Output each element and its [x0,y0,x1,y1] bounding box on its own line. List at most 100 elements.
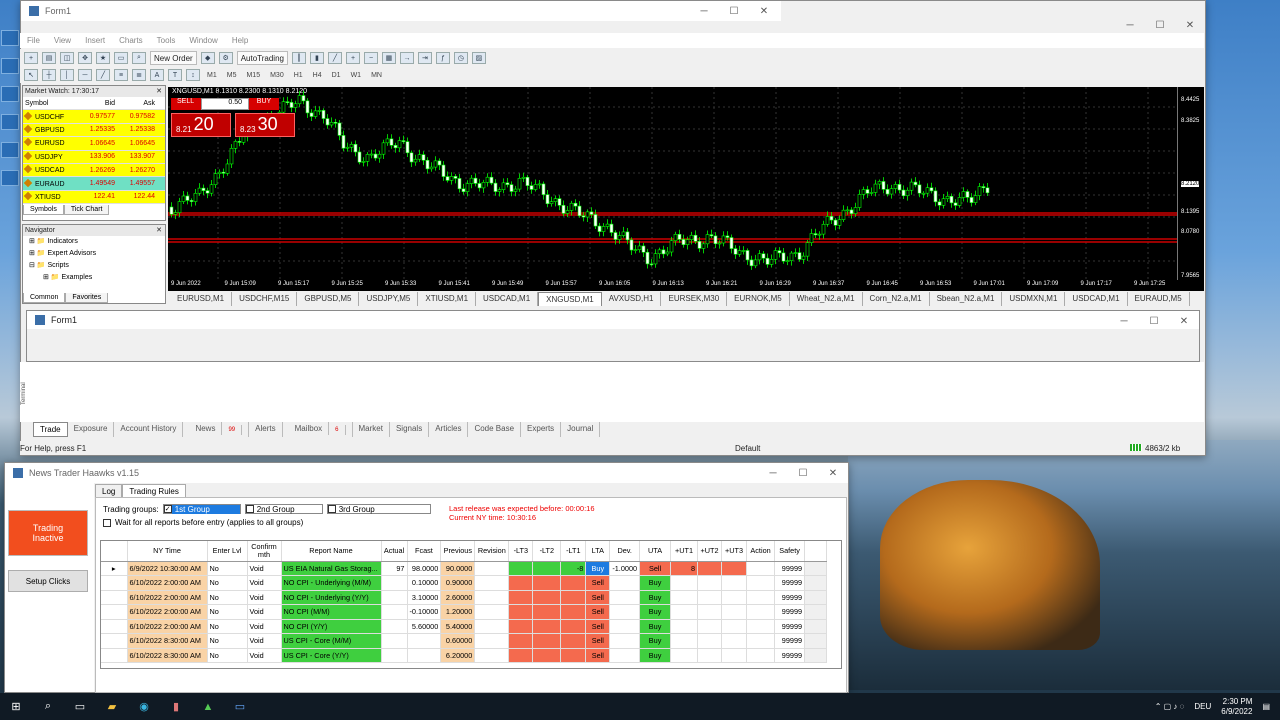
minimize-icon[interactable]: ─ [1109,311,1139,331]
column-header[interactable]: UTA [639,541,672,562]
chart-tab[interactable]: XTIUSD,M1 [418,292,477,306]
table-cell[interactable] [532,619,562,634]
templates-icon[interactable]: ▨ [471,52,486,64]
column-header[interactable]: Enter Lvl [207,541,248,562]
timeframe-h4[interactable]: H4 [310,72,325,79]
table-cell[interactable] [474,590,510,605]
table-cell[interactable] [532,561,562,576]
table-cell[interactable]: 98.0000 [407,561,442,576]
table-cell[interactable]: Sell [585,590,611,605]
table-cell[interactable] [407,648,442,663]
table-cell[interactable]: -0.10000 [407,604,442,620]
table-cell[interactable]: 99999 [774,633,806,649]
table-cell[interactable]: 6/9/2022 10:30:00 AM [127,561,208,576]
options-icon[interactable]: ⚙ [218,52,233,64]
table-cell[interactable]: Sell [585,648,611,663]
table-cell[interactable] [746,619,776,634]
market-watch-row[interactable]: XTIUSD 122.41 122.44 [23,190,165,205]
chart-tab[interactable]: AVXUSD,H1 [602,292,662,306]
table-cell[interactable]: 6/10/2022 8:30:00 AM [127,633,208,649]
chart-tab[interactable]: USDJPY,M5 [359,292,419,306]
table-cell[interactable] [532,590,562,605]
table-cell[interactable]: 99999 [774,604,806,620]
table-cell[interactable] [381,619,408,634]
language-indicator[interactable]: DEU [1194,702,1211,711]
column-header[interactable]: Dev. [609,541,641,562]
table-cell[interactable]: No [207,648,248,663]
table-cell[interactable] [721,561,748,576]
table-cell[interactable]: Sell [585,604,611,620]
row-selector[interactable]: ▸ [101,561,128,576]
column-header[interactable]: Fcast [407,541,442,562]
table-cell[interactable] [670,604,699,620]
metaeditor-icon[interactable]: ◆ [200,52,215,64]
table-row[interactable]: 6/10/2022 8:30:00 AM No Void US CPI - Core … [101,633,828,649]
table-cell[interactable]: US EIA Natural Gas Storag... [281,561,382,576]
table-cell[interactable] [697,604,723,620]
table-cell[interactable] [474,633,510,649]
tab-exposure[interactable]: Exposure [68,422,115,437]
table-cell[interactable] [407,633,442,649]
column-header[interactable]: -LT2 [532,541,562,562]
table-cell[interactable] [560,604,587,620]
row-selector[interactable] [101,590,128,605]
tile-icon[interactable]: ▦ [381,52,396,64]
table-cell[interactable] [381,648,408,663]
table-cell[interactable]: 6/10/2022 2:00:00 AM [127,590,208,605]
task-view-icon[interactable]: ▭ [72,699,88,715]
table-cell[interactable] [721,619,748,634]
table-cell[interactable]: 6/10/2022 8:30:00 AM [127,648,208,663]
desktop-icon[interactable] [1,58,19,74]
menu-insert[interactable]: Insert [85,36,105,45]
table-cell[interactable]: Sell [639,561,672,576]
table-cell[interactable] [609,648,641,663]
table-row[interactable]: 6/10/2022 2:00:00 AM No Void NO CPI (Y/Y) 5.… [101,619,828,634]
close-icon[interactable]: ✕ [156,225,162,236]
table-cell[interactable] [670,590,699,605]
clock[interactable]: 2:30 PM 6/9/2022 [1221,697,1252,717]
table-cell[interactable] [670,575,699,591]
table-cell[interactable]: 3.10000 [407,590,442,605]
col-bid[interactable]: Bid [69,100,115,107]
chart-tab[interactable]: EURSEK,M30 [661,292,728,306]
table-row[interactable]: 6/10/2022 8:30:00 AM No Void US CPI - Core … [101,648,828,663]
form-app-icon[interactable]: ▭ [232,699,248,715]
table-cell[interactable] [697,619,723,634]
market-watch-row[interactable]: EURUSD 1.06645 1.06645 [23,137,165,151]
menu-tools[interactable]: Tools [157,36,176,45]
close-icon[interactable]: ✕ [1169,311,1199,331]
chart-tab[interactable]: Wheat_N2.a,M1 [790,292,863,306]
table-cell[interactable]: 99999 [774,590,806,605]
chart-tab[interactable]: Sbean_N2.a,M1 [930,292,1003,306]
table-cell[interactable]: Void [247,604,282,620]
table-cell[interactable] [474,619,510,634]
nav-item-scripts[interactable]: ⊟ 📁 Scripts [29,260,165,272]
zoom-in-icon[interactable]: + [345,52,360,64]
table-cell[interactable] [721,604,748,620]
tab-symbols[interactable]: Symbols [23,205,64,216]
table-cell[interactable] [746,604,776,620]
table-cell[interactable]: Buy [639,633,672,649]
table-cell[interactable]: No [207,561,248,576]
desktop-icon[interactable] [1,170,19,186]
table-cell[interactable]: 0.90000 [440,575,476,591]
tray-icons[interactable]: ⌃ ▢ ♪ ◌ [1155,702,1185,711]
nav-item-indicators[interactable]: ⊞ 📁 Indicators [29,236,165,248]
timeframe-mn[interactable]: MN [368,72,385,79]
table-cell[interactable] [670,619,699,634]
table-cell[interactable] [697,575,723,591]
table-cell[interactable] [381,633,408,649]
chart-tab[interactable]: GBPUSD,M5 [297,292,360,306]
table-cell[interactable]: No [207,590,248,605]
table-cell[interactable]: Buy [639,604,672,620]
menu-file[interactable]: File [27,36,40,45]
tab-favorites[interactable]: Favorites [65,293,109,303]
table-row[interactable]: 6/10/2022 2:00:00 AM No Void NO CPI (M/M) -0… [101,604,828,620]
row-selector[interactable] [101,633,128,649]
col-symbol[interactable]: Symbol [23,100,69,107]
column-header[interactable]: Previous [440,541,476,562]
table-cell[interactable]: 1.20000 [440,604,476,620]
table-cell[interactable] [697,590,723,605]
table-cell[interactable] [560,590,587,605]
table-cell[interactable] [508,590,534,605]
